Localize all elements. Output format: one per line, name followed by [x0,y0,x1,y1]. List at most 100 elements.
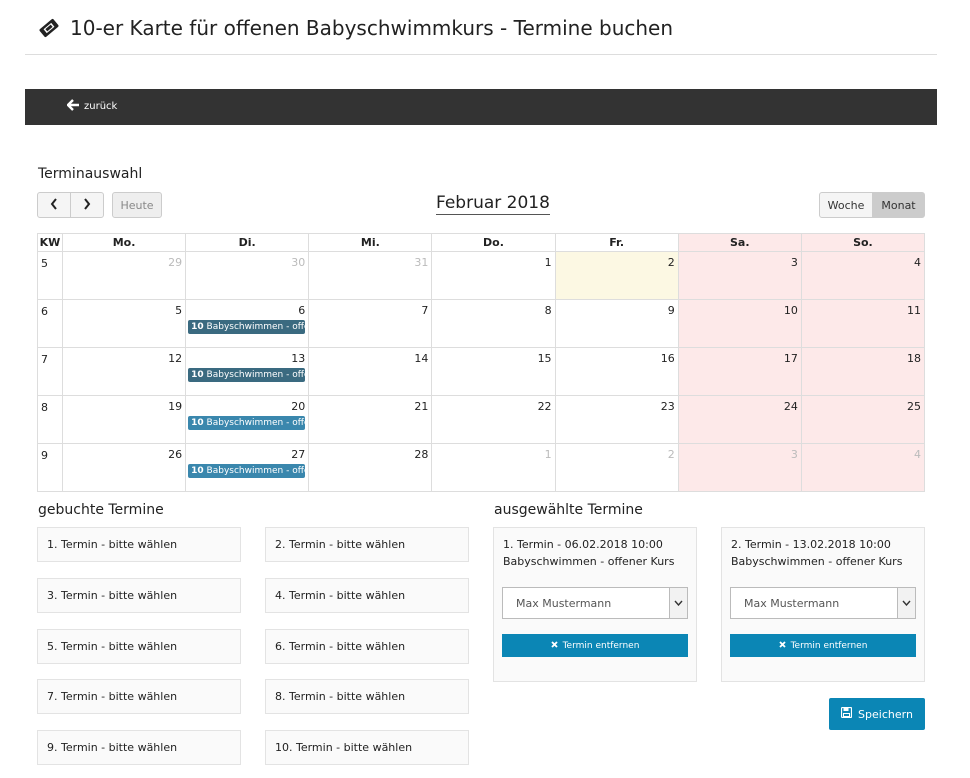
booked-slot[interactable]: 8. Termin - bitte wählen [265,679,469,715]
calendar-event[interactable]: 10 Babyschwimmen - offener Kurs [188,320,306,334]
remove-appointment-label: Termin entfernen [790,640,868,651]
calendar-day-cell[interactable]: 18 [800,347,926,396]
calendar-day-cell[interactable]: 24 [677,395,802,444]
calendar-day-cell[interactable]: 4 [800,251,926,300]
booked-slot[interactable]: 4. Termin - bitte wählen [265,577,469,613]
week-number-header: KW [37,233,63,252]
chevron-down-icon [669,588,687,618]
calendar-day-cell[interactable]: 22 [431,395,556,444]
calendar-day-cell[interactable]: 2 [554,443,679,492]
calendar-day-cell[interactable]: 15 [431,347,556,396]
calendar-day-cell[interactable]: 11 [800,299,926,348]
calendar-day-cell[interactable]: 8 [431,299,556,348]
calendar-day-cell[interactable]: 9 [554,299,679,348]
view-week-button[interactable]: Woche [819,192,873,218]
calendar-day-cell[interactable]: 13 10 Babyschwimmen - offener Kurs [185,347,310,396]
calendar-event[interactable]: 10 Babyschwimmen - offener Kurs [188,464,306,478]
booked-slot[interactable]: 7. Termin - bitte wählen [37,679,241,715]
person-select[interactable]: Max Mustermann [730,587,916,619]
calendar-week-row: 5 29 30 31 1 2 3 4 [37,251,926,300]
calendar-day-cell[interactable]: 10 [677,299,802,348]
event-label: Babyschwimmen - offener Kurs [206,322,306,332]
calendar-day-cell[interactable]: 26 [61,443,187,492]
calendar-week-row: 8 19 20 10 Babyschwimmen - offener Kurs 21 22… [37,395,926,444]
booked-slot[interactable]: 1. Termin - bitte wählen [37,527,241,562]
back-link[interactable]: zurück [66,99,117,114]
booked-slot[interactable]: 5. Termin - bitte wählen [37,628,241,664]
day-number: 28 [414,448,429,461]
calendar-week-row: 7 12 13 10 Babyschwimmen - offener Kurs 14 15… [37,347,926,396]
calendar-day-cell[interactable]: 17 [677,347,802,396]
person-select[interactable]: Max Mustermann [502,587,688,619]
day-number: 4 [914,256,921,269]
calendar-day-cell[interactable]: 19 [61,395,187,444]
prev-month-button[interactable] [37,192,71,218]
day-number: 20 [291,400,306,413]
calendar-day-cell[interactable]: 29 [61,251,187,300]
week-number: 8 [37,395,63,444]
calendar-day-cell[interactable]: 27 10 Babyschwimmen - offener Kurs [185,443,310,492]
calendar-section-label: Terminauswahl [38,166,143,182]
calendar-day-cell[interactable]: 28 [308,443,433,492]
calendar-day-cell[interactable]: 4 [800,443,926,492]
day-number: 3 [790,448,798,461]
selected-appointment-date: 1. Termin - 06.02.2018 10:00 [503,538,663,551]
day-number: 22 [537,400,552,413]
calendar-day-cell[interactable]: 16 [554,347,679,396]
weekday-header: Mi. [308,233,433,252]
save-button[interactable]: Speichern [829,698,925,730]
month-title: Februar 2018 [436,193,550,215]
day-number: 21 [414,400,429,413]
booked-slot[interactable]: 9. Termin - bitte wählen [37,730,241,765]
calendar-day-cell[interactable]: 1 [431,251,556,300]
day-number: 27 [291,448,306,461]
remove-appointment-button[interactable]: Termin entfernen [502,634,688,657]
calendar-day-cell[interactable]: 12 [61,347,187,396]
calendar-week-row: 9 26 27 10 Babyschwimmen - offener Kurs 28 1 2… [37,443,926,492]
booked-slot[interactable]: 3. Termin - bitte wählen [37,577,241,613]
arrow-left-icon [66,99,80,114]
day-number: 29 [168,256,183,269]
booked-slot[interactable]: 2. Termin - bitte wählen [265,527,469,562]
calendar-day-cell[interactable]: 31 [308,251,433,300]
calendar-event[interactable]: 10 Babyschwimmen - offener Kurs [188,368,306,382]
day-number: 5 [175,304,183,317]
calendar-day-cell[interactable]: 3 [677,251,802,300]
booked-slot[interactable]: 10. Termin - bitte wählen [265,730,469,765]
booked-slot[interactable]: 6. Termin - bitte wählen [265,628,469,664]
day-number: 9 [667,304,675,317]
calendar-day-cell[interactable]: 14 [308,347,433,396]
day-number: 31 [414,256,429,269]
calendar-event[interactable]: 10 Babyschwimmen - offener Kurs [188,416,306,430]
weekday-header: Mo. [61,233,187,252]
event-label: Babyschwimmen - offener Kurs [206,418,306,428]
today-button[interactable]: Heute [112,192,162,218]
day-number: 23 [660,400,675,413]
calendar-day-cell[interactable]: 20 10 Babyschwimmen - offener Kurs [185,395,310,444]
calendar-day-cell[interactable]: 25 [800,395,926,444]
calendar-day-cell[interactable]: 2 [554,251,679,300]
weekday-header: So. [800,233,926,252]
calendar-day-cell[interactable]: 21 [308,395,433,444]
next-month-button[interactable] [70,192,104,218]
event-label: Babyschwimmen - offener Kurs [206,466,306,476]
calendar-day-cell[interactable]: 30 [185,251,310,300]
view-month-button[interactable]: Monat [872,192,925,218]
day-number: 2 [667,448,675,461]
day-number: 26 [168,448,183,461]
day-number: 15 [537,352,552,365]
calendar-day-cell[interactable]: 23 [554,395,679,444]
day-number: 30 [291,256,306,269]
event-count: 10 [191,418,204,428]
day-number: 1 [544,256,552,269]
calendar-grid: KW Mo. Di. Mi. Do. Fr. Sa. So. 5 29 30 31 1 2 3 4 6 5 6 10… [37,233,926,492]
calendar-day-cell[interactable]: 1 [431,443,556,492]
calendar-day-cell[interactable]: 6 10 Babyschwimmen - offener Kurs [185,299,310,348]
calendar-day-cell[interactable]: 3 [677,443,802,492]
event-label: Babyschwimmen - offener Kurs [206,370,306,380]
selected-appointment-course: Babyschwimmen - offener Kurs [503,555,675,568]
calendar-day-cell[interactable]: 7 [308,299,433,348]
remove-appointment-button[interactable]: Termin entfernen [730,634,916,657]
calendar-day-cell[interactable]: 5 [61,299,187,348]
event-count: 10 [191,370,204,380]
